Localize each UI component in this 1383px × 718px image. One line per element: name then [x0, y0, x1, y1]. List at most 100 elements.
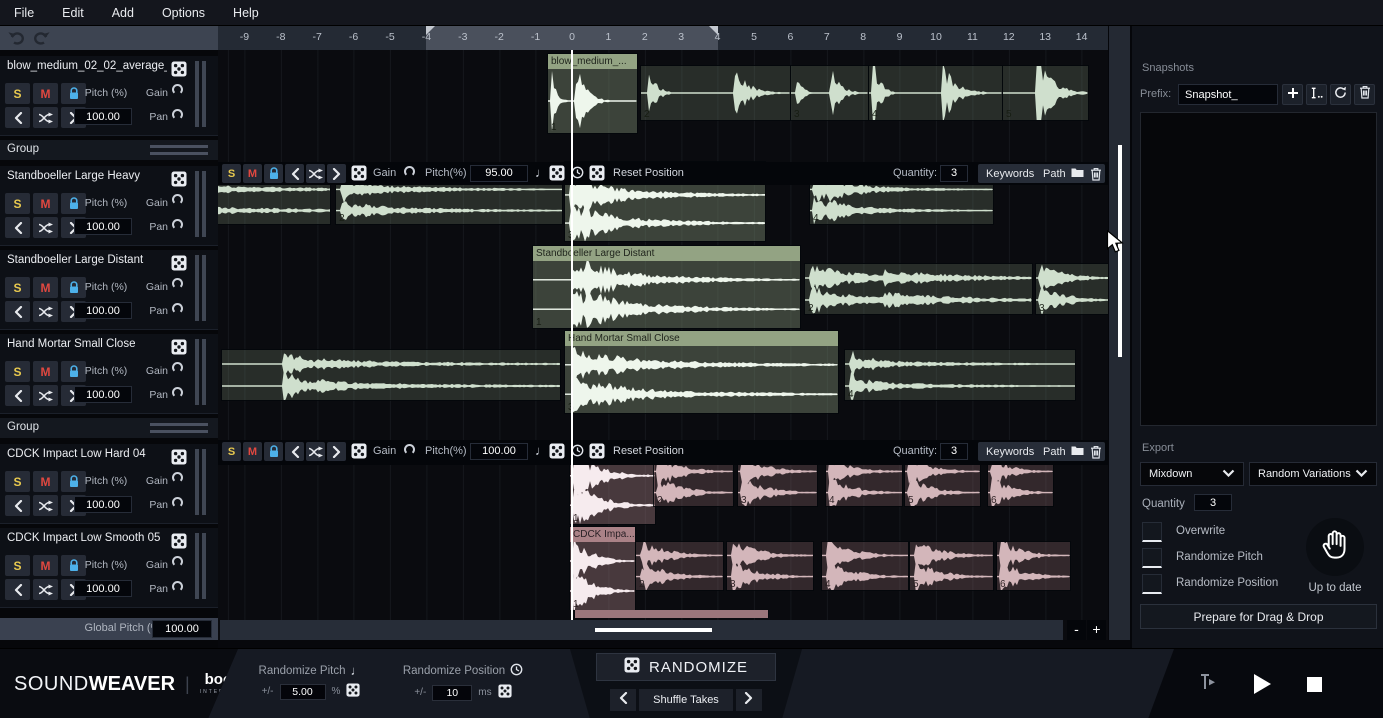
path-button[interactable]: Path: [1035, 164, 1092, 183]
zoom-in-button[interactable]: +: [1087, 620, 1106, 640]
solo-button[interactable]: S: [5, 555, 30, 576]
randomize-pitch-input[interactable]: [280, 684, 326, 700]
shuffle-take-button[interactable]: [33, 301, 58, 322]
keywords-button[interactable]: Keywords: [978, 442, 1042, 461]
menu-item-help[interactable]: Help: [219, 0, 273, 26]
redo-icon[interactable]: [33, 31, 50, 45]
dice-icon[interactable]: [351, 443, 367, 464]
prev-take-button[interactable]: [5, 217, 30, 238]
shuffle-take-button[interactable]: [33, 495, 58, 516]
audio-clip[interactable]: 3: [738, 458, 817, 506]
solo-button[interactable]: S: [5, 277, 30, 298]
next-take-button[interactable]: [327, 164, 346, 183]
audio-clip[interactable]: 4: [826, 458, 902, 506]
prev-take-button[interactable]: [5, 301, 30, 322]
delete-group-button[interactable]: [1087, 442, 1105, 461]
group-row[interactable]: Group: [0, 418, 218, 438]
mute-button[interactable]: M: [33, 83, 58, 104]
audio-clip[interactable]: Standboeller Large Distant1: [533, 246, 800, 328]
shuffle-take-button[interactable]: [33, 579, 58, 600]
pan-knob[interactable]: [172, 109, 183, 120]
audio-clip[interactable]: 2: [636, 542, 723, 590]
refresh-snapshots-button[interactable]: [1330, 84, 1351, 105]
drag-handle-area[interactable]: [1306, 518, 1364, 576]
pan-knob[interactable]: [172, 219, 183, 230]
pitch-input[interactable]: [74, 218, 132, 235]
audio-clip[interactable]: 3: [1036, 264, 1108, 314]
dice-icon[interactable]: [589, 165, 605, 186]
shuffle-next-button[interactable]: [736, 689, 762, 711]
gain-knob[interactable]: [172, 556, 183, 567]
mute-button[interactable]: M: [33, 277, 58, 298]
audio-clip[interactable]: 5: [905, 458, 980, 506]
dice-icon[interactable]: [346, 683, 360, 700]
playhead[interactable]: [571, 50, 573, 620]
audio-clip[interactable]: 4: [822, 542, 908, 590]
play-from-marker-icon[interactable]: [1198, 673, 1218, 696]
stop-icon[interactable]: [1307, 677, 1322, 692]
dice-icon[interactable]: [351, 165, 367, 186]
solo-button[interactable]: S: [5, 193, 30, 214]
reset-position-button[interactable]: Reset Position: [613, 167, 684, 179]
solo-button[interactable]: S: [5, 471, 30, 492]
rename-snapshot-button[interactable]: [1306, 84, 1327, 105]
pitch-input[interactable]: [470, 165, 528, 182]
dice-icon[interactable]: [171, 61, 187, 82]
hscroll-thumb[interactable]: [595, 628, 712, 632]
pan-knob[interactable]: [172, 497, 183, 508]
snapshot-list[interactable]: [1140, 112, 1377, 426]
group-row[interactable]: Group: [0, 140, 218, 160]
export-format-select[interactable]: Mixdown: [1140, 462, 1244, 486]
prepare-drag-drop-button[interactable]: Prepare for Drag & Drop: [1140, 604, 1377, 629]
shuffle-take-button[interactable]: [33, 385, 58, 406]
audio-clip[interactable]: 2: [641, 66, 790, 120]
snapshot-prefix-input[interactable]: [1178, 84, 1278, 105]
solo-button[interactable]: S: [5, 361, 30, 382]
menu-item-options[interactable]: Options: [148, 0, 219, 26]
dice-icon[interactable]: [498, 684, 512, 701]
dice-icon[interactable]: [171, 449, 187, 470]
dice-icon[interactable]: [549, 443, 565, 464]
lock-button[interactable]: [264, 442, 283, 461]
solo-button[interactable]: S: [5, 83, 30, 104]
dice-icon[interactable]: [171, 339, 187, 360]
hscroll-track[interactable]: [220, 620, 1063, 640]
gain-knob[interactable]: [404, 166, 415, 177]
lock-button[interactable]: [264, 164, 283, 183]
randomize-position-input[interactable]: [432, 685, 472, 701]
shuffle-take-button[interactable]: [33, 217, 58, 238]
prev-take-button[interactable]: [5, 385, 30, 406]
audio-clip[interactable]: 4: [869, 66, 1002, 120]
audio-clip[interactable]: 3: [791, 66, 868, 120]
gain-knob[interactable]: [172, 472, 183, 483]
prev-take-button[interactable]: [5, 579, 30, 600]
dice-icon[interactable]: [171, 533, 187, 554]
solo-button[interactable]: S: [222, 442, 241, 461]
audio-clip[interactable]: 2: [805, 264, 1032, 314]
global-pitch-input[interactable]: [152, 620, 212, 638]
add-snapshot-button[interactable]: [1282, 84, 1303, 105]
quantity-input[interactable]: [940, 443, 968, 460]
audio-clip[interactable]: CDCK Impa...1: [570, 527, 635, 610]
mute-button[interactable]: M: [243, 442, 262, 461]
timeline-ruler[interactable]: -9-8-7-6-5-4-3-2-101234567891011121314: [218, 26, 1108, 50]
audio-clip[interactable]: 6: [988, 458, 1053, 506]
mute-button[interactable]: M: [33, 471, 58, 492]
export-quantity-input[interactable]: [1194, 494, 1232, 511]
reset-position-button[interactable]: Reset Position: [613, 445, 684, 457]
play-icon[interactable]: [1254, 674, 1271, 694]
pitch-input[interactable]: [74, 386, 132, 403]
export-variations-select[interactable]: Random Variations: [1249, 462, 1377, 486]
delete-snapshot-button[interactable]: [1354, 84, 1375, 105]
dice-icon[interactable]: [589, 443, 605, 464]
mute-button[interactable]: M: [243, 164, 262, 183]
pitch-input[interactable]: [74, 496, 132, 513]
audio-clip[interactable]: 4: [845, 350, 1075, 400]
next-take-button[interactable]: [327, 442, 346, 461]
pitch-input[interactable]: [74, 302, 132, 319]
menu-item-add[interactable]: Add: [98, 0, 148, 26]
shuffle-take-button[interactable]: [33, 107, 58, 128]
shuffle-takes-button[interactable]: Shuffle Takes: [639, 689, 733, 711]
shuffle-take-button[interactable]: [306, 164, 325, 183]
solo-button[interactable]: S: [222, 164, 241, 183]
